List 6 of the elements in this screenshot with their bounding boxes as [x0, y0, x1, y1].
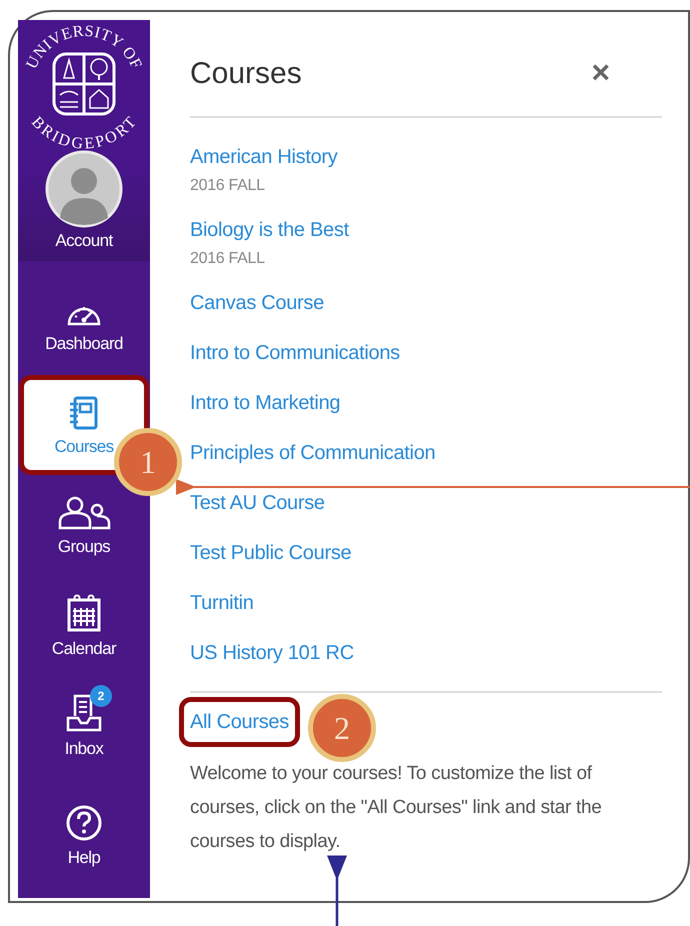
step-number-tooltip: 2 [308, 694, 376, 762]
course-term: 2016 FALL [190, 251, 266, 267]
welcome-text: Welcome to your courses! To customize the list of courses, click on the "All Courses" link and star the courses to display. [190, 762, 603, 854]
course-term: 2016 FALL [190, 178, 266, 194]
panel-title: Courses [190, 56, 302, 92]
unread-count-badge: 2 [90, 685, 112, 707]
